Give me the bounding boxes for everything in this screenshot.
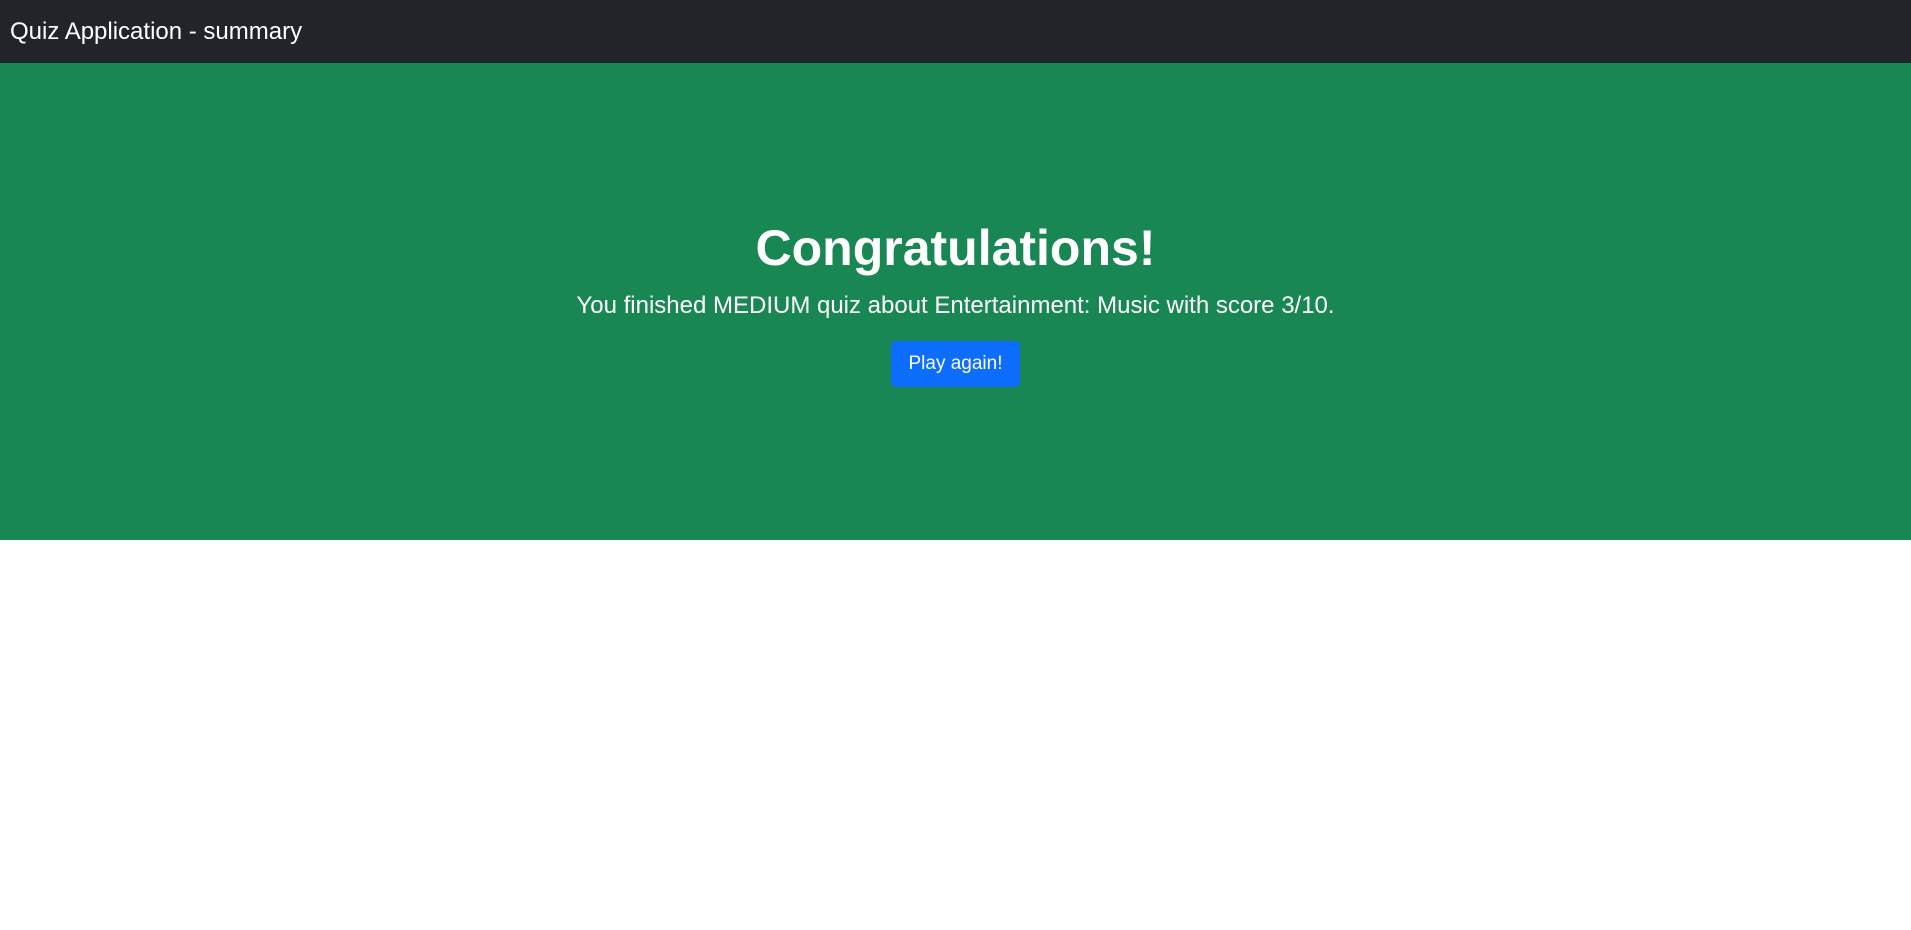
score-message: You finished MEDIUM quiz about Entertain… <box>576 291 1335 319</box>
navbar-brand[interactable]: Quiz Application - summary <box>10 19 302 44</box>
play-again-button[interactable]: Play again! <box>891 340 1020 387</box>
summary-banner: Congratulations! You finished MEDIUM qui… <box>0 63 1911 540</box>
page-title: Congratulations! <box>755 220 1156 277</box>
page-body <box>0 540 1911 930</box>
top-navbar: Quiz Application - summary <box>0 0 1911 63</box>
